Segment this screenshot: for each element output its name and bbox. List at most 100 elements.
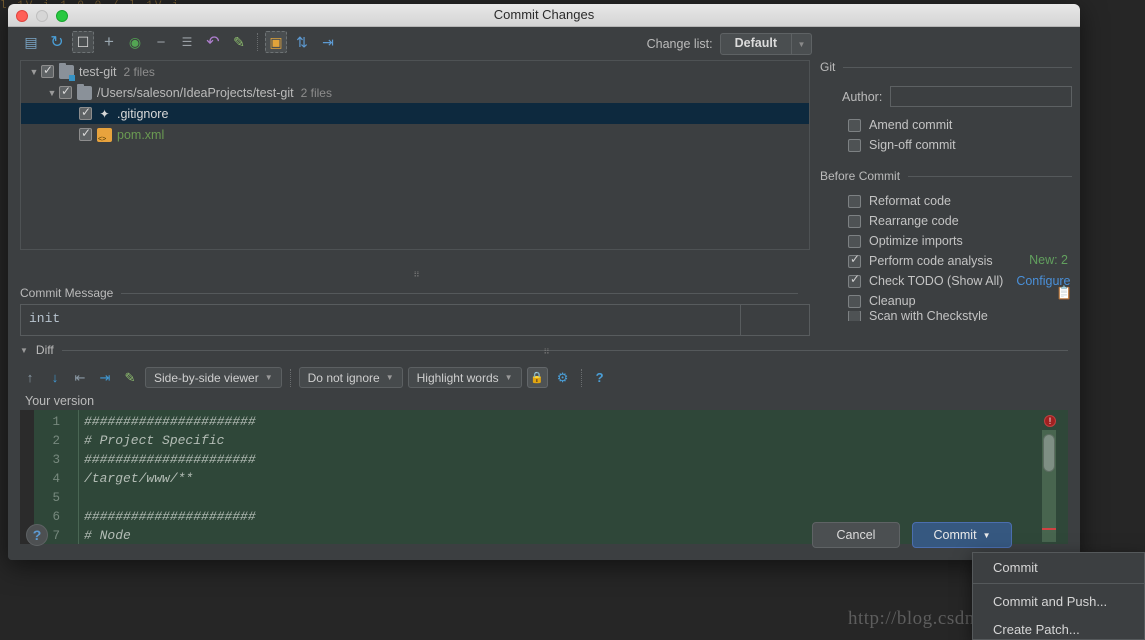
help-button[interactable]: ?: [26, 524, 48, 546]
ignore-mode-dropdown[interactable]: Do not ignore ▼: [298, 367, 403, 388]
tree-row-label: .gitignore: [117, 106, 169, 121]
commit-message-label: Commit Message: [20, 286, 114, 300]
perform-code-analysis-row[interactable]: Perform code analysis: [820, 251, 1072, 271]
next-difference-icon[interactable]: ↓: [45, 368, 65, 388]
change-list-label: Change list:: [646, 37, 713, 51]
menu-item-commit[interactable]: Commit: [973, 553, 1144, 581]
line-number: 5: [52, 490, 60, 505]
check-todo-row[interactable]: Check TODO (Show All) Configure: [820, 271, 1072, 291]
diff-scrollbar-thumb[interactable]: [1043, 434, 1055, 472]
viewer-mode-dropdown[interactable]: Side-by-side viewer ▼: [145, 367, 282, 388]
edit-source-icon[interactable]: ✎: [228, 31, 250, 53]
git-section-header: Git: [820, 60, 1072, 74]
change-list-control: Change list: Default ▼: [647, 33, 812, 55]
commit-message-section-header: Commit Message: [20, 286, 798, 300]
gear-icon[interactable]: ⚙: [553, 368, 573, 388]
toolbar-separator: [289, 368, 291, 387]
changed-files-tree[interactable]: ▼ test-git 2 files ▼ /Users/saleson/Idea…: [20, 60, 810, 250]
amend-commit-label: Amend commit: [869, 118, 953, 132]
perform-code-analysis-label: Perform code analysis: [869, 254, 993, 268]
commit-button[interactable]: Commit ▼: [912, 522, 1012, 548]
diff-collapse-icon[interactable]: ▼: [20, 346, 28, 355]
amend-commit-checkbox[interactable]: [848, 118, 861, 132]
expand-twisty-icon[interactable]: ▼: [45, 88, 59, 98]
divider: [973, 583, 1144, 584]
remove-icon[interactable]: −: [150, 31, 172, 53]
divider: [740, 305, 741, 335]
cleanup-row[interactable]: Cleanup: [820, 291, 1072, 311]
tree-row[interactable]: ▼ /Users/saleson/IdeaProjects/test-git 2…: [21, 82, 809, 103]
tree-row-label: pom.xml: [117, 127, 165, 142]
row-checkbox[interactable]: [79, 105, 92, 120]
git-options-panel: Git Author: Amend commit Sign-off commit: [820, 60, 1072, 345]
scan-with-checkstyle-row[interactable]: Scan with Checkstyle: [820, 311, 1072, 321]
reformat-code-checkbox[interactable]: [848, 194, 861, 208]
chevron-down-icon: ▼: [264, 373, 273, 382]
accept-left-icon[interactable]: ⇤: [70, 368, 90, 388]
window-titlebar: Commit Changes: [8, 4, 1080, 27]
change-list-dropdown[interactable]: Default ▼: [719, 33, 812, 55]
chevron-down-icon: ▼: [791, 34, 811, 54]
lock-icon[interactable]: 🔒: [526, 367, 548, 388]
commit-message-value: init: [29, 311, 61, 326]
tree-row-label: /Users/saleson/IdeaProjects/test-git: [97, 85, 294, 100]
previous-difference-icon[interactable]: ↑: [20, 368, 40, 388]
git-section-title: Git: [820, 60, 836, 74]
code-line: 2 # Project Specific: [20, 431, 1068, 450]
cancel-button[interactable]: Cancel: [812, 522, 900, 548]
tree-splitter-handle[interactable]: ⣿: [406, 271, 428, 277]
row-checkbox[interactable]: [41, 63, 54, 78]
error-marker-icon[interactable]: !: [1044, 415, 1056, 427]
tree-row[interactable]: ▼ test-git 2 files: [21, 61, 809, 82]
tree-row[interactable]: pom.xml: [21, 124, 809, 145]
rearrange-code-checkbox[interactable]: [848, 214, 861, 228]
cleanup-checkbox[interactable]: [848, 294, 861, 308]
toolbar-separator: [257, 33, 258, 51]
diff-pane-label: Your version: [25, 394, 95, 408]
tree-row-count: 2 files: [123, 64, 155, 79]
code-line: 1 ######################: [20, 412, 1068, 431]
group-by-directory-icon[interactable]: ▣: [265, 31, 287, 53]
show-diff-icon[interactable]: ▤: [20, 31, 42, 53]
collapse-all-icon[interactable]: ⇥: [317, 31, 339, 53]
optimize-imports-checkbox[interactable]: [848, 234, 861, 248]
author-field[interactable]: [890, 86, 1072, 107]
expand-twisty-icon[interactable]: ▼: [27, 67, 41, 77]
rearrange-code-row[interactable]: Rearrange code: [820, 211, 1072, 231]
refresh-icon[interactable]: ↻: [46, 31, 68, 53]
sign-off-commit-checkbox[interactable]: [848, 138, 861, 152]
before-commit-title: Before Commit: [820, 169, 901, 183]
highlight-mode-dropdown[interactable]: Highlight words ▼: [407, 367, 522, 388]
commit-message-input[interactable]: init: [20, 304, 810, 336]
select-all-icon[interactable]: ☰: [176, 31, 198, 53]
question-icon[interactable]: ?: [590, 368, 610, 388]
row-checkbox[interactable]: [79, 126, 92, 141]
screen: l 1V i 1 0 0 / l 1V i http://blog.csdn.n…: [0, 0, 1145, 640]
move-to-changelist-icon[interactable]: ◉: [124, 31, 146, 53]
author-row: Author:: [820, 86, 1072, 107]
line-text: ######################: [84, 414, 256, 429]
check-todo-checkbox[interactable]: [848, 272, 861, 288]
divider: [121, 292, 798, 294]
unversioned-files-icon[interactable]: ☐: [72, 31, 94, 53]
commit-dropdown-menu[interactable]: Commit Commit and Push... Create Patch..…: [972, 552, 1145, 640]
sign-off-commit-row[interactable]: Sign-off commit: [820, 135, 1072, 155]
revert-icon[interactable]: ↶: [202, 31, 224, 53]
diff-splitter-handle[interactable]: ⣿: [536, 348, 558, 354]
changes-toolbar: ▤ ↻ ☐ + ◉ − ☰ ↶ ✎ ▣ ⇅ ⇥ Change list: Def…: [8, 27, 1080, 57]
configure-link[interactable]: Configure: [1016, 274, 1070, 288]
menu-item-create-patch[interactable]: Create Patch...: [973, 615, 1144, 640]
add-icon[interactable]: +: [98, 31, 120, 53]
tree-row[interactable]: ✦ .gitignore: [21, 103, 809, 124]
reformat-code-row[interactable]: Reformat code: [820, 191, 1072, 211]
optimize-imports-row[interactable]: Optimize imports: [820, 231, 1072, 251]
edit-source-icon[interactable]: ✎: [120, 368, 140, 388]
amend-commit-row[interactable]: Amend commit: [820, 115, 1072, 135]
row-checkbox[interactable]: [59, 84, 72, 99]
accept-right-icon[interactable]: ⇥: [95, 368, 115, 388]
perform-code-analysis-checkbox[interactable]: [848, 252, 861, 268]
menu-item-commit-and-push[interactable]: Commit and Push...: [973, 587, 1144, 615]
ignore-mode-value: Do not ignore: [307, 370, 380, 385]
scan-with-checkstyle-checkbox[interactable]: [848, 311, 861, 321]
expand-all-icon[interactable]: ⇅: [291, 31, 313, 53]
